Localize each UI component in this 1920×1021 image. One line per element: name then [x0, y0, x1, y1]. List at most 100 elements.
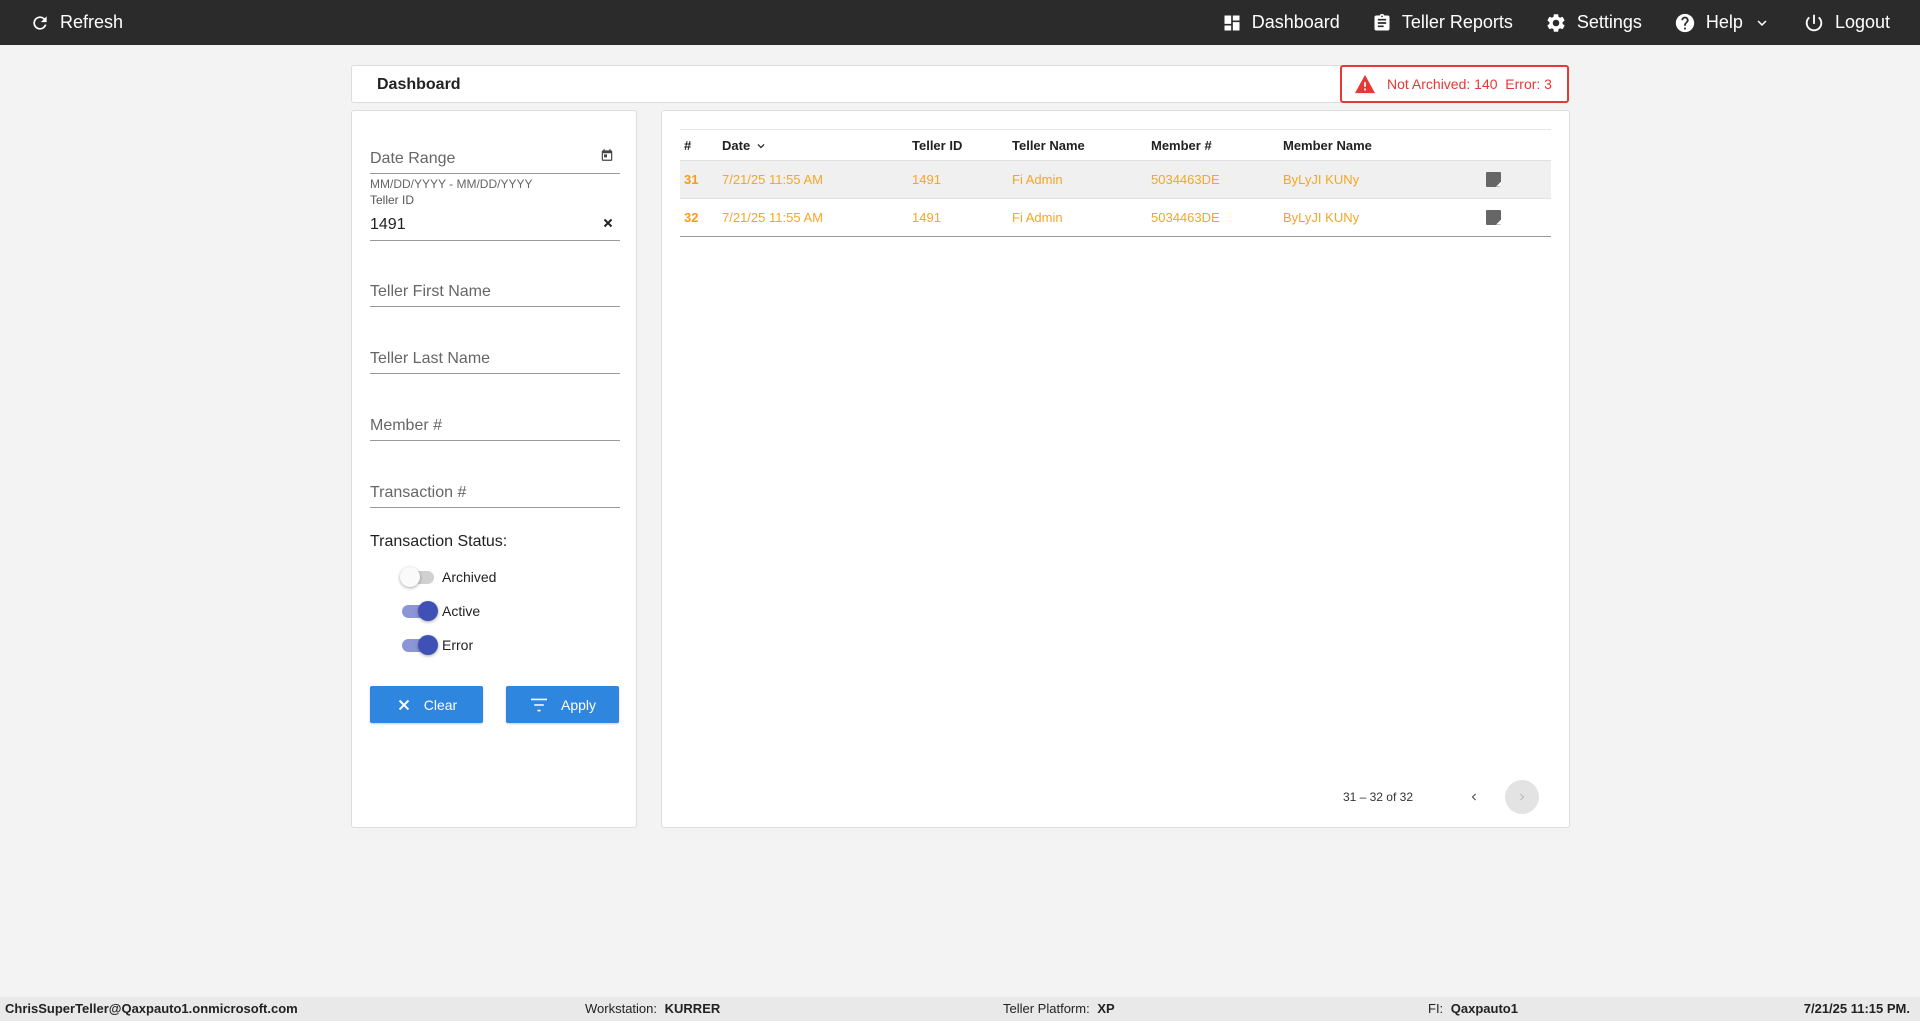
- footer-fi-value: Qaxpauto1: [1450, 1001, 1518, 1016]
- col-header-teller-id[interactable]: Teller ID: [912, 130, 962, 162]
- footer-workstation-label: Workstation:: [585, 1001, 658, 1016]
- col-header-date-label: Date: [722, 138, 751, 153]
- date-range-placeholder: Date Range: [370, 150, 456, 167]
- clear-field-icon[interactable]: [602, 216, 614, 234]
- teller-id-field[interactable]: Teller ID 1491: [370, 193, 620, 241]
- nav-teller-reports[interactable]: Teller Reports: [1372, 12, 1513, 34]
- calendar-icon[interactable]: [600, 148, 614, 167]
- status-alert-badge[interactable]: Not Archived: 140 Error: 3: [1340, 65, 1569, 103]
- top-navigation-bar: Refresh Dashboard Teller Reports Setting…: [0, 0, 1920, 45]
- cell-num: 32: [684, 210, 699, 225]
- teller-last-name-placeholder: Teller Last Name: [370, 350, 491, 367]
- refresh-label: Refresh: [60, 12, 124, 32]
- nav-dashboard-label: Dashboard: [1251, 12, 1340, 32]
- previous-page-button[interactable]: [1457, 780, 1491, 814]
- archived-toggle[interactable]: [400, 567, 436, 587]
- col-header-date[interactable]: Date: [722, 130, 768, 162]
- nav-logout[interactable]: Logout: [1803, 12, 1890, 34]
- status-alert-text: Not Archived: 140 Error: 3: [1387, 76, 1552, 92]
- help-icon: [1675, 13, 1695, 32]
- clear-button[interactable]: Clear: [370, 686, 483, 723]
- chevron-down-icon: [1757, 19, 1767, 26]
- active-toggle[interactable]: [400, 601, 438, 621]
- next-page-button[interactable]: [1505, 780, 1539, 814]
- filter-panel: Date Range MM/DD/YYYY - MM/DD/YYYY Telle…: [351, 110, 637, 828]
- cell-teller-id: 1491: [912, 210, 941, 225]
- table-row[interactable]: 31 7/21/25 11:55 AM 1491 Fi Admin 503446…: [680, 161, 1551, 199]
- toggle-row-error: Error: [400, 635, 473, 655]
- cell-teller-name: Fi Admin: [1012, 172, 1063, 187]
- page-title: Dashboard: [377, 76, 461, 93]
- nav-settings[interactable]: Settings: [1545, 12, 1642, 34]
- cell-teller-id: 1491: [912, 172, 941, 187]
- cell-num: 31: [684, 172, 699, 187]
- page-header: Dashboard Not Archived: 140 Error: 3: [351, 65, 1569, 103]
- cell-date: 7/21/25 11:55 AM: [722, 210, 823, 225]
- warning-icon: [1355, 74, 1375, 94]
- transaction-number-field[interactable]: Transaction #: [370, 478, 620, 508]
- table-header-row: # Date Teller ID Teller Name Member # Me…: [680, 129, 1551, 161]
- apply-button-label: Apply: [560, 696, 597, 713]
- toggle-row-archived: Archived: [400, 567, 496, 587]
- note-icon[interactable]: [1486, 209, 1501, 225]
- footer-datetime: 7/21/25 11:15 PM.: [1803, 1001, 1910, 1016]
- teller-id-label: Teller ID: [370, 193, 415, 207]
- toggle-row-active: Active: [400, 601, 480, 621]
- clear-button-label: Clear: [423, 696, 458, 713]
- footer-workstation-value: KURRER: [664, 1001, 721, 1016]
- chevron-left-icon: [1471, 793, 1476, 801]
- refresh-icon: [33, 15, 47, 30]
- power-icon: [1805, 14, 1823, 31]
- teller-first-name-field[interactable]: Teller First Name: [370, 277, 620, 307]
- date-range-hint: MM/DD/YYYY - MM/DD/YYYY: [370, 177, 533, 191]
- main-nav: Dashboard Teller Reports Settings Help L…: [1222, 0, 1890, 45]
- paginator: 31 – 32 of 32: [1343, 779, 1539, 815]
- filter-icon: [530, 698, 547, 711]
- error-toggle[interactable]: [400, 635, 438, 655]
- nav-help[interactable]: Help: [1674, 12, 1771, 34]
- error-toggle-label: Error: [442, 637, 474, 653]
- cell-member-name: ByLyJI KUNy: [1283, 210, 1360, 225]
- footer-fi-label: FI:: [1428, 1001, 1444, 1016]
- date-range-field[interactable]: Date Range: [370, 144, 620, 174]
- cell-date: 7/21/25 11:55 AM: [722, 172, 823, 187]
- nav-help-label: Help: [1705, 12, 1743, 32]
- note-icon[interactable]: [1486, 171, 1501, 187]
- archived-toggle-label: Archived: [442, 569, 497, 585]
- gear-icon: [1547, 13, 1565, 32]
- teller-last-name-field[interactable]: Teller Last Name: [370, 344, 620, 374]
- sort-arrow-down-icon: [757, 143, 765, 148]
- footer-platform-value: XP: [1097, 1001, 1115, 1016]
- active-toggle-label: Active: [442, 603, 481, 619]
- footer-platform-label: Teller Platform:: [1003, 1001, 1090, 1016]
- cell-member-num: 5034463DE: [1151, 210, 1220, 225]
- footer-workstation: Workstation: KURRER: [585, 997, 720, 1021]
- col-header-teller-name[interactable]: Teller Name: [1012, 130, 1085, 162]
- nav-logout-label: Logout: [1834, 12, 1890, 32]
- cell-member-num: 5034463DE: [1151, 172, 1220, 187]
- nav-dashboard[interactable]: Dashboard: [1222, 12, 1340, 33]
- footer-user: ChrisSuperTeller@Qaxpauto1.onmicrosoft.c…: [5, 1001, 298, 1016]
- table-row[interactable]: 32 7/21/25 11:55 AM 1491 Fi Admin 503446…: [680, 199, 1551, 237]
- member-number-field[interactable]: Member #: [370, 411, 620, 441]
- teller-id-value: 1491: [370, 216, 406, 233]
- paginator-range: 31 – 32 of 32: [1342, 790, 1413, 804]
- status-footer: ChrisSuperTeller@Qaxpauto1.onmicrosoft.c…: [0, 997, 1920, 1021]
- teller-first-name-placeholder: Teller First Name: [370, 283, 491, 300]
- clipboard-icon: [1374, 13, 1390, 31]
- col-header-member-name[interactable]: Member Name: [1283, 130, 1372, 162]
- col-header-member-num[interactable]: Member #: [1151, 130, 1212, 162]
- footer-fi: FI: Qaxpauto1: [1428, 997, 1518, 1021]
- apply-button[interactable]: Apply: [506, 686, 619, 723]
- cell-teller-name: Fi Admin: [1012, 210, 1063, 225]
- chevron-right-icon: [1520, 793, 1525, 801]
- nav-teller-reports-label: Teller Reports: [1401, 12, 1513, 32]
- member-number-placeholder: Member #: [370, 417, 443, 434]
- transaction-number-placeholder: Transaction #: [370, 484, 467, 501]
- dashboard-icon: [1224, 15, 1240, 30]
- col-header-num[interactable]: #: [684, 130, 691, 162]
- transaction-status-label: Transaction Status:: [370, 533, 508, 550]
- close-icon: [398, 699, 409, 710]
- refresh-button[interactable]: Refresh: [30, 0, 123, 45]
- transactions-panel: # Date Teller ID Teller Name Member # Me…: [661, 110, 1570, 828]
